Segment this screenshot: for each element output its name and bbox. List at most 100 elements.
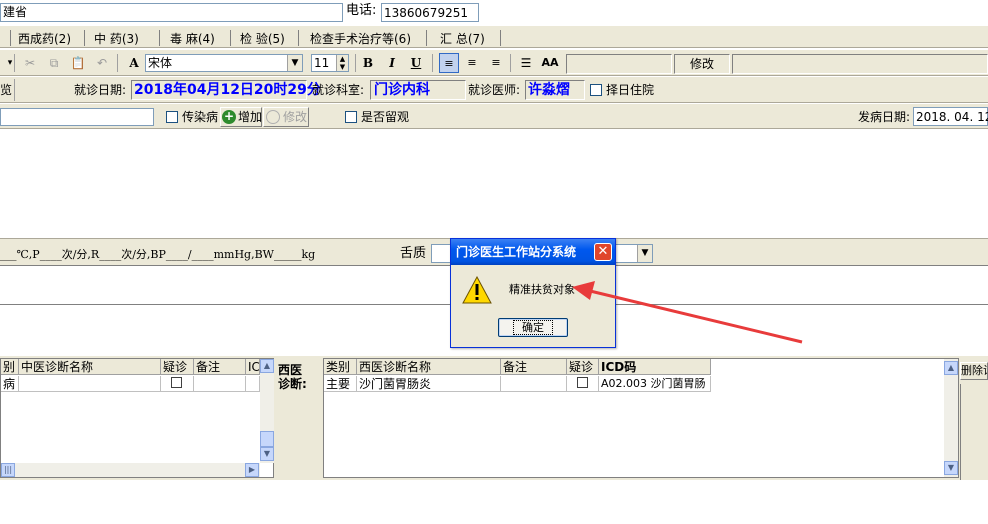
paste-icon[interactable]: 📋 bbox=[68, 53, 88, 73]
add-label: 增加 bbox=[238, 110, 263, 124]
table-row-category[interactable]: 主要 bbox=[324, 376, 357, 392]
tcm-col-icd[interactable]: ICI bbox=[246, 359, 260, 375]
tongue-dropdown-icon[interactable]: ▼ bbox=[637, 245, 652, 262]
font-name-dropdown-icon[interactable]: ▼ bbox=[287, 55, 302, 71]
tab-summary[interactable]: 汇 总(7) bbox=[436, 30, 489, 48]
font-size-field[interactable]: 11 ▲ ▼ bbox=[311, 54, 349, 72]
warning-icon bbox=[462, 276, 492, 304]
align-center-icon[interactable]: ≡ bbox=[462, 53, 482, 73]
admit-checkbox[interactable] bbox=[590, 84, 602, 96]
table-row-remark[interactable] bbox=[501, 376, 567, 392]
tab-lab-tests[interactable]: 检 验(5) bbox=[236, 30, 289, 48]
underline-button[interactable]: U bbox=[406, 53, 426, 73]
visit-doctor-label: 就诊医师: bbox=[468, 83, 521, 97]
scroll-down-icon[interactable]: ▼ bbox=[944, 461, 958, 475]
western-col-suspected[interactable]: 疑诊 bbox=[567, 359, 599, 375]
cut-icon[interactable]: ✂ bbox=[20, 53, 40, 73]
tab-western-drugs[interactable]: 西成药(2) bbox=[14, 30, 75, 48]
tab-exams-procedures[interactable]: 检查手术治疗等(6) bbox=[306, 30, 415, 48]
infectious-checkbox[interactable] bbox=[166, 111, 178, 123]
observe-label: 是否留观 bbox=[361, 110, 410, 124]
scroll-up-icon[interactable]: ▲ bbox=[944, 361, 958, 375]
western-col-remark[interactable]: 备注 bbox=[501, 359, 567, 375]
close-icon[interactable]: ✕ bbox=[594, 243, 612, 261]
complaint-field[interactable] bbox=[0, 108, 154, 126]
tab-lab-tests-label: 检 验(5) bbox=[240, 32, 285, 46]
bold-button[interactable]: B bbox=[358, 53, 378, 73]
tab-divider-3 bbox=[230, 30, 231, 46]
tcm-horizontal-scrollbar[interactable]: ||| ▶ bbox=[1, 463, 260, 477]
tab-chinese-medicine[interactable]: 中 药(3) bbox=[90, 30, 143, 48]
delete-diagnosis-button[interactable]: 删除诊 bbox=[960, 362, 988, 380]
western-suspected-checkbox[interactable] bbox=[577, 377, 588, 388]
font-size-spinner-icon[interactable]: ▲ ▼ bbox=[336, 55, 348, 71]
font-name-select[interactable]: 宋体 ▼ bbox=[145, 54, 303, 72]
phone-field[interactable]: 13860679251 bbox=[381, 3, 479, 22]
western-col-category[interactable]: 类别 bbox=[324, 359, 357, 375]
visit-date-field[interactable]: 2018年04月12日20时29分 bbox=[131, 80, 321, 100]
dialog-title-bar[interactable]: 门诊医生工作站分系统 ✕ bbox=[451, 239, 615, 265]
table-row-suspected[interactable] bbox=[567, 376, 599, 392]
infectious-label: 传染病 bbox=[182, 110, 219, 124]
onset-date-field[interactable]: 2018. 04. 12 bbox=[913, 107, 988, 126]
western-diagnosis-table[interactable]: 类别 西医诊断名称 备注 疑诊 ICD码 主要 沙门菌胃肠炎 A02.003 沙… bbox=[323, 358, 959, 478]
ok-button-label: 确定 bbox=[513, 320, 553, 335]
visit-doctor-field[interactable]: 许淼熠 bbox=[525, 80, 585, 100]
toolbar-status-box bbox=[566, 54, 672, 74]
dropdown-arrow-icon[interactable]: ▾ bbox=[0, 53, 20, 73]
table-row-suspected[interactable] bbox=[161, 376, 194, 392]
western-col-icd[interactable]: ICD码 bbox=[599, 359, 711, 375]
phone-label: 电话: bbox=[346, 3, 377, 18]
table-row-icd[interactable]: A02.003 沙门菌胃肠 bbox=[599, 376, 711, 392]
tcm-vertical-scrollbar[interactable]: ▲ ▼ bbox=[260, 359, 274, 463]
tab-narcotics[interactable]: 毒 麻(4) bbox=[166, 30, 219, 48]
edit-button[interactable]: 修改 bbox=[263, 107, 309, 127]
italic-button[interactable]: I bbox=[382, 53, 402, 73]
toolbar-sep-4 bbox=[432, 54, 433, 72]
table-row-name[interactable]: 沙门菌胃肠炎 bbox=[357, 376, 501, 392]
tcm-col-name[interactable]: 中医诊断名称 bbox=[19, 359, 161, 375]
table-row-remark[interactable] bbox=[194, 376, 246, 392]
address-field[interactable]: 建省 bbox=[0, 3, 343, 22]
toolbar-sep-5 bbox=[510, 54, 511, 72]
tab-narcotics-label: 毒 麻(4) bbox=[170, 32, 215, 46]
font-size-value: 11 bbox=[314, 56, 330, 70]
scroll-down-icon[interactable]: ▼ bbox=[260, 447, 274, 461]
tcm-col-suspected[interactable]: 疑诊 bbox=[161, 359, 194, 375]
toolbar-extra-box bbox=[732, 54, 988, 74]
tab-divider-1 bbox=[84, 30, 85, 46]
history-text-area[interactable] bbox=[0, 130, 988, 238]
align-right-icon[interactable]: ≡ bbox=[486, 53, 506, 73]
tcm-suspected-checkbox[interactable] bbox=[171, 377, 182, 388]
table-row-category[interactable]: 病 bbox=[1, 376, 19, 392]
western-vertical-scrollbar[interactable]: ▲ ▼ bbox=[944, 359, 958, 477]
copy-icon[interactable]: ⧉ bbox=[44, 53, 64, 73]
visit-date-label: 就诊日期: bbox=[74, 83, 127, 97]
tcm-col-category[interactable]: 别 bbox=[1, 359, 19, 375]
western-col-name[interactable]: 西医诊断名称 bbox=[357, 359, 501, 375]
tcm-col-remark[interactable]: 备注 bbox=[194, 359, 246, 375]
scroll-up-icon[interactable]: ▲ bbox=[260, 359, 274, 373]
add-button[interactable]: + 增加 bbox=[220, 107, 262, 127]
table-row-name[interactable] bbox=[19, 376, 161, 392]
table-row-icd[interactable] bbox=[246, 376, 260, 392]
right-panel-divider bbox=[960, 384, 988, 480]
scroll-right-icon[interactable]: ▶ bbox=[245, 463, 259, 477]
tab-divider-0 bbox=[10, 30, 11, 46]
font-scale-button[interactable]: AA bbox=[540, 53, 560, 73]
tcm-diagnosis-table[interactable]: 别 中医诊断名称 疑诊 备注 ICI 病 ▲ ▼ ||| ▶ bbox=[0, 358, 274, 478]
observe-checkbox[interactable] bbox=[345, 111, 357, 123]
visit-dept-field[interactable]: 门诊内科 bbox=[370, 80, 466, 100]
phone-value: 13860679251 bbox=[384, 6, 468, 20]
annotation-arrow bbox=[572, 281, 803, 344]
tab-divider-5 bbox=[426, 30, 427, 46]
visit-row-start: 览 bbox=[0, 83, 13, 97]
align-left-icon[interactable]: ≡ bbox=[439, 53, 459, 73]
ok-button[interactable]: 确定 bbox=[498, 318, 568, 337]
scroll-h-thumb[interactable]: ||| bbox=[1, 463, 15, 477]
scroll-thumb[interactable] bbox=[260, 431, 274, 447]
toolbar-modify-box[interactable]: 修改 bbox=[674, 54, 730, 74]
bullet-list-icon[interactable]: ☰ bbox=[516, 53, 536, 73]
undo-icon[interactable]: ↶ bbox=[92, 53, 112, 73]
visit-dept-label: 就诊科室: bbox=[312, 83, 365, 97]
